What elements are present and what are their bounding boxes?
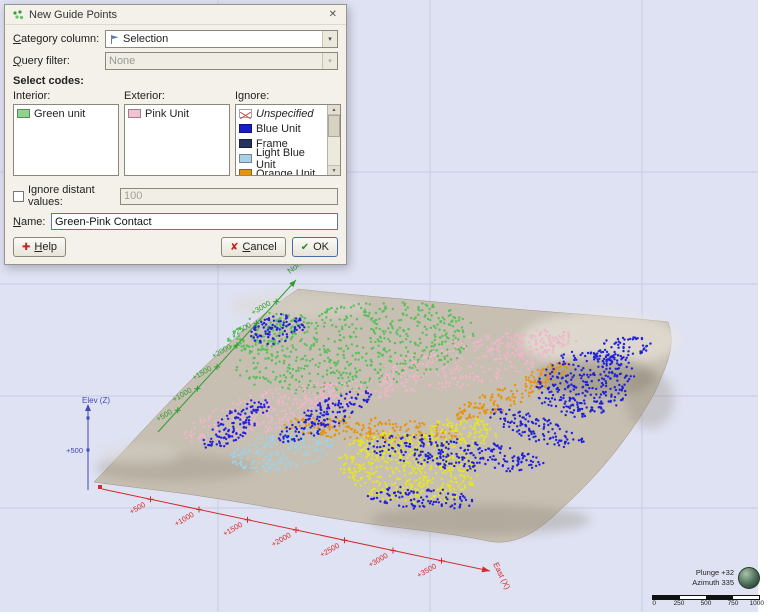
scale-label: 250 [674, 600, 685, 607]
query-filter-label: Query filter: [13, 55, 105, 67]
ignore-distant-input[interactable] [120, 188, 338, 205]
list-item[interactable]: Pink Unit [126, 106, 228, 121]
scale-label: 750 [728, 600, 739, 607]
orientation-readout: Plunge +32 Azimuth 335 [692, 567, 760, 589]
list-item[interactable]: Orange Unit [237, 166, 326, 176]
list-item[interactable]: Green unit [15, 106, 117, 121]
scale-label: 0 [652, 600, 656, 607]
dialog-title: New Guide Points [29, 9, 117, 21]
exterior-list[interactable]: Pink Unit [124, 104, 230, 176]
help-button[interactable]: ✚ Help [13, 237, 66, 257]
chevron-down-icon: ▾ [322, 53, 337, 69]
exterior-header: Exterior: [124, 90, 230, 102]
category-column-label: Category column: [13, 33, 105, 45]
axis-z-label: Elev (Z) [82, 396, 110, 405]
unspecified-pattern-swatch [239, 109, 252, 118]
list-item[interactable]: Blue Unit [237, 121, 326, 136]
ignore-distant-checkbox[interactable] [13, 191, 24, 202]
axes-origin-marker [98, 485, 102, 489]
app-window: Elev (Z) +500 +500 +1000 +1500 +2000 +25… [0, 0, 768, 615]
cancel-button[interactable]: ✘ Cancel [221, 237, 286, 257]
dialog-titlebar[interactable]: New Guide Points ✕ [5, 5, 346, 25]
ok-icon: ✔ [301, 242, 309, 253]
orientation-sphere-widget[interactable] [738, 567, 760, 589]
interior-list[interactable]: Green unit [13, 104, 119, 176]
name-label: Name: [13, 216, 51, 228]
light-blue-unit-swatch [239, 154, 252, 163]
orange-unit-swatch [239, 169, 252, 176]
scale-label: 500 [701, 600, 712, 607]
list-item[interactable]: Light Blue Unit [237, 151, 326, 166]
category-column-icon [109, 34, 120, 45]
green-unit-swatch [17, 109, 30, 118]
pink-unit-swatch [128, 109, 141, 118]
cancel-icon: ✘ [230, 242, 238, 253]
ignore-distant-label: Ignore distant values: [28, 184, 120, 208]
category-column-select[interactable]: Selection ▾ [105, 30, 338, 48]
close-icon[interactable]: ✕ [327, 9, 339, 20]
axis-z-tick: +500 [66, 446, 83, 455]
blue-unit-swatch [239, 124, 252, 133]
plunge-readout: Plunge +32 [692, 568, 734, 578]
query-filter-select[interactable]: None ▾ [105, 52, 338, 70]
name-input[interactable] [51, 213, 338, 230]
select-codes-heading: Select codes: [13, 75, 338, 87]
chevron-down-icon[interactable]: ▾ [322, 31, 337, 47]
ignore-list[interactable]: Unspecified Blue Unit Frame Light B [235, 104, 341, 176]
ignore-list-scrollbar[interactable]: ▲ ▼ [327, 105, 340, 175]
list-item[interactable]: Unspecified [237, 106, 326, 121]
query-filter-value: None [109, 55, 135, 67]
interior-header: Interior: [13, 90, 119, 102]
scroll-down-icon[interactable]: ▼ [328, 165, 340, 175]
scrollbar-thumb[interactable] [328, 115, 340, 137]
frame-swatch [239, 139, 252, 148]
scale-label: 1000 [750, 600, 764, 607]
scale-bar: 0 250 500 750 1000 [652, 595, 760, 609]
category-column-value: Selection [123, 33, 168, 45]
help-icon: ✚ [22, 242, 30, 253]
ignore-header: Ignore: [235, 90, 341, 102]
guide-points-icon [12, 9, 24, 21]
scroll-up-icon[interactable]: ▲ [328, 105, 340, 115]
ok-button[interactable]: ✔ OK [292, 237, 338, 257]
new-guide-points-dialog: New Guide Points ✕ Category column: Sele… [4, 4, 347, 265]
azimuth-readout: Azimuth 335 [692, 578, 734, 588]
